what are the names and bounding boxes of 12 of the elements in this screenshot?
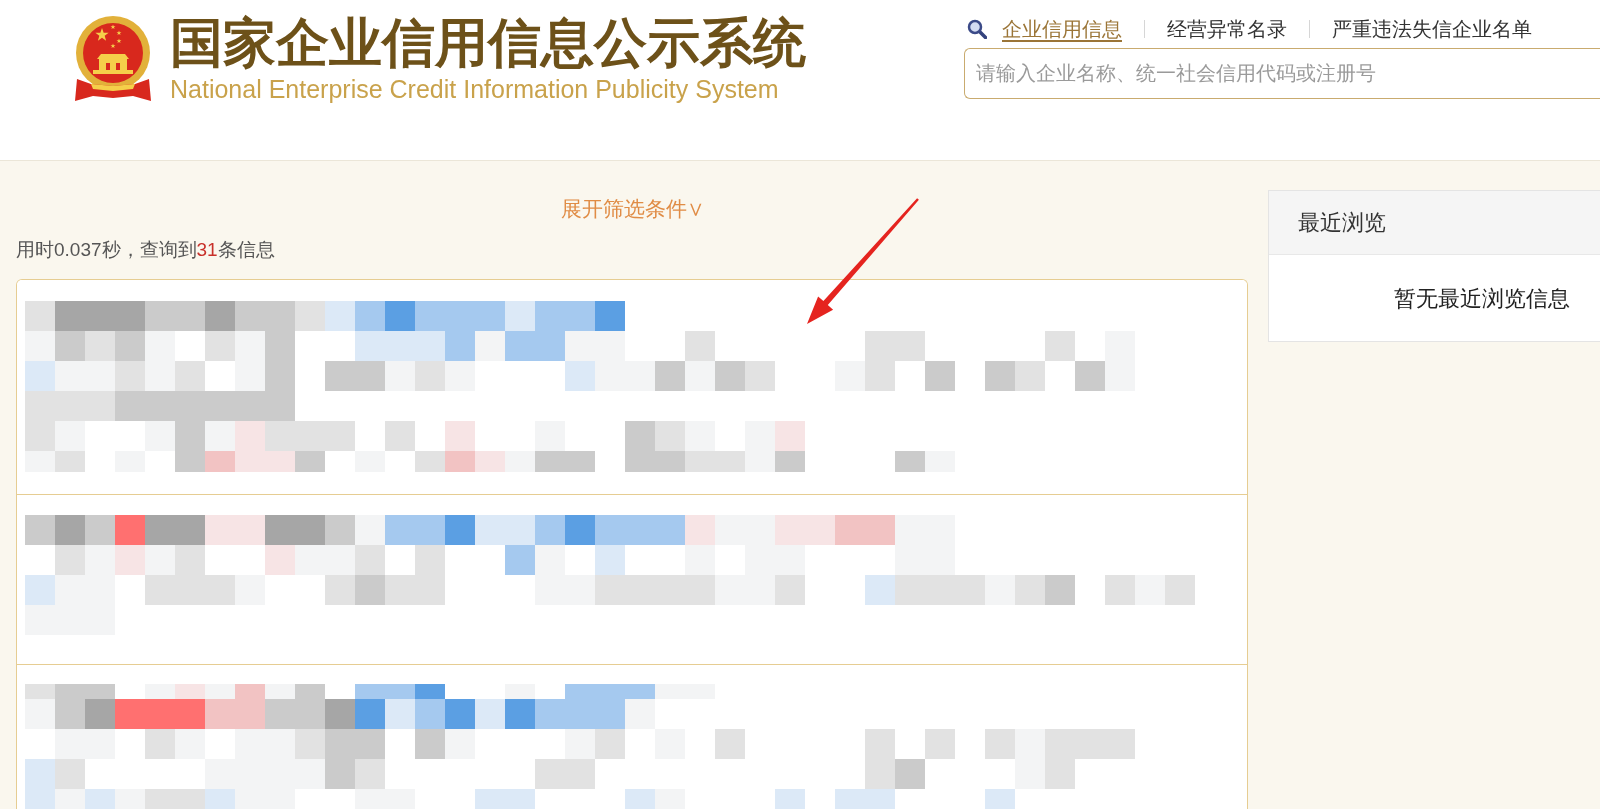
result-card[interactable] <box>17 664 1247 809</box>
search-field[interactable]: 请输入企业名称、统一社会信用代码或注册号 <box>964 48 1600 99</box>
nav-link[interactable]: 经营异常名录 <box>1167 16 1287 42</box>
nav-link[interactable]: 企业信用信息 <box>1002 16 1122 42</box>
site-title: 国家企业信用信息公示系统 <box>170 15 806 71</box>
emblem-icon <box>73 15 153 103</box>
result-summary: 用时0.037秒，查询到31条信息 <box>16 239 275 261</box>
site-subtitle: National Enterprise Credit Information Publicity System <box>170 75 779 103</box>
panel-header: 最近浏览 <box>1269 191 1600 255</box>
search-icon[interactable] <box>967 19 987 39</box>
empty-message: 暂无最近浏览信息 <box>1394 284 1570 313</box>
nav-link[interactable]: 严重违法失信企业名单 <box>1332 16 1532 42</box>
